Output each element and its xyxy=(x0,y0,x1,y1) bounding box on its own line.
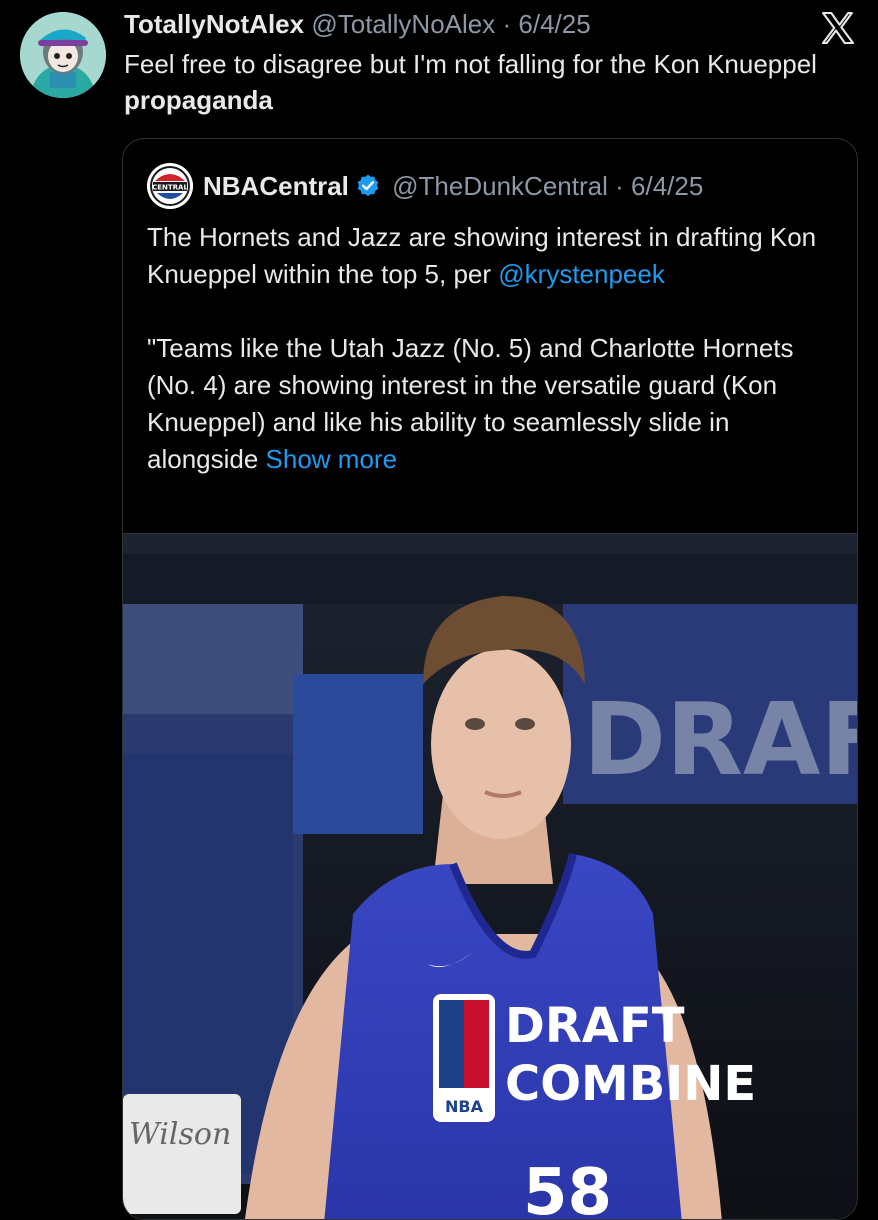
avatar-image xyxy=(20,12,106,98)
quoted-author-avatar[interactable]: CENTRAL xyxy=(147,163,193,209)
quoted-author-name[interactable]: NBACentral xyxy=(203,171,349,201)
author-name[interactable]: TotallyNotAlex xyxy=(124,9,304,39)
quoted-avatar-image: CENTRAL xyxy=(147,163,193,209)
tweet-text: Feel free to disagree but I'm not fallin… xyxy=(124,46,824,118)
quoted-avatar-label: CENTRAL xyxy=(152,184,188,192)
author-handle[interactable]: @TotallyNoAlex xyxy=(311,9,495,39)
quoted-author-handle[interactable]: @TheDunkCentral xyxy=(392,171,608,201)
show-more-link[interactable]: Show more xyxy=(266,444,398,474)
mention-link[interactable]: @krystenpeek xyxy=(498,259,665,289)
sign-text: Wilson xyxy=(129,1117,231,1152)
tweet-date[interactable]: 6/4/25 xyxy=(518,9,590,39)
jersey-text-line1: DRAFT xyxy=(505,998,685,1054)
jersey-number: 58 xyxy=(523,1156,612,1220)
quoted-separator: · xyxy=(615,171,624,201)
tweet-text-main: Feel free to disagree but I'm not fallin… xyxy=(124,49,817,79)
quoted-date[interactable]: 6/4/25 xyxy=(631,171,703,201)
verified-badge-icon xyxy=(357,174,379,197)
author-avatar[interactable] xyxy=(20,12,106,98)
quoted-text-line1: The Hornets and Jazz are showing interes… xyxy=(147,222,817,289)
quoted-text-line2: "Teams like the Utah Jazz (No. 5) and Ch… xyxy=(147,333,794,474)
tweet-header: TotallyNotAlex @TotallyNoAlex · 6/4/25 xyxy=(124,8,591,40)
quoted-media-image[interactable]: DRAFT Wilson xyxy=(123,533,857,1220)
tweet: TotallyNotAlex @TotallyNoAlex · 6/4/25 F… xyxy=(0,0,878,1220)
separator: · xyxy=(502,9,512,39)
tweet-text-bold: propaganda xyxy=(124,85,273,115)
nba-badge-text: NBA xyxy=(445,1097,484,1116)
quoted-tweet[interactable]: CENTRAL NBACentral @TheDunkCentral · 6/4… xyxy=(122,138,858,1220)
jersey-text-line2: COMBINE xyxy=(505,1056,756,1112)
quoted-text: The Hornets and Jazz are showing interes… xyxy=(147,219,843,478)
quoted-header: NBACentral @TheDunkCentral · 6/4/25 xyxy=(203,169,703,203)
banner-text: DRAFT xyxy=(583,681,857,798)
player-photo: DRAFT Wilson xyxy=(123,534,857,1220)
x-logo-icon xyxy=(821,11,855,45)
